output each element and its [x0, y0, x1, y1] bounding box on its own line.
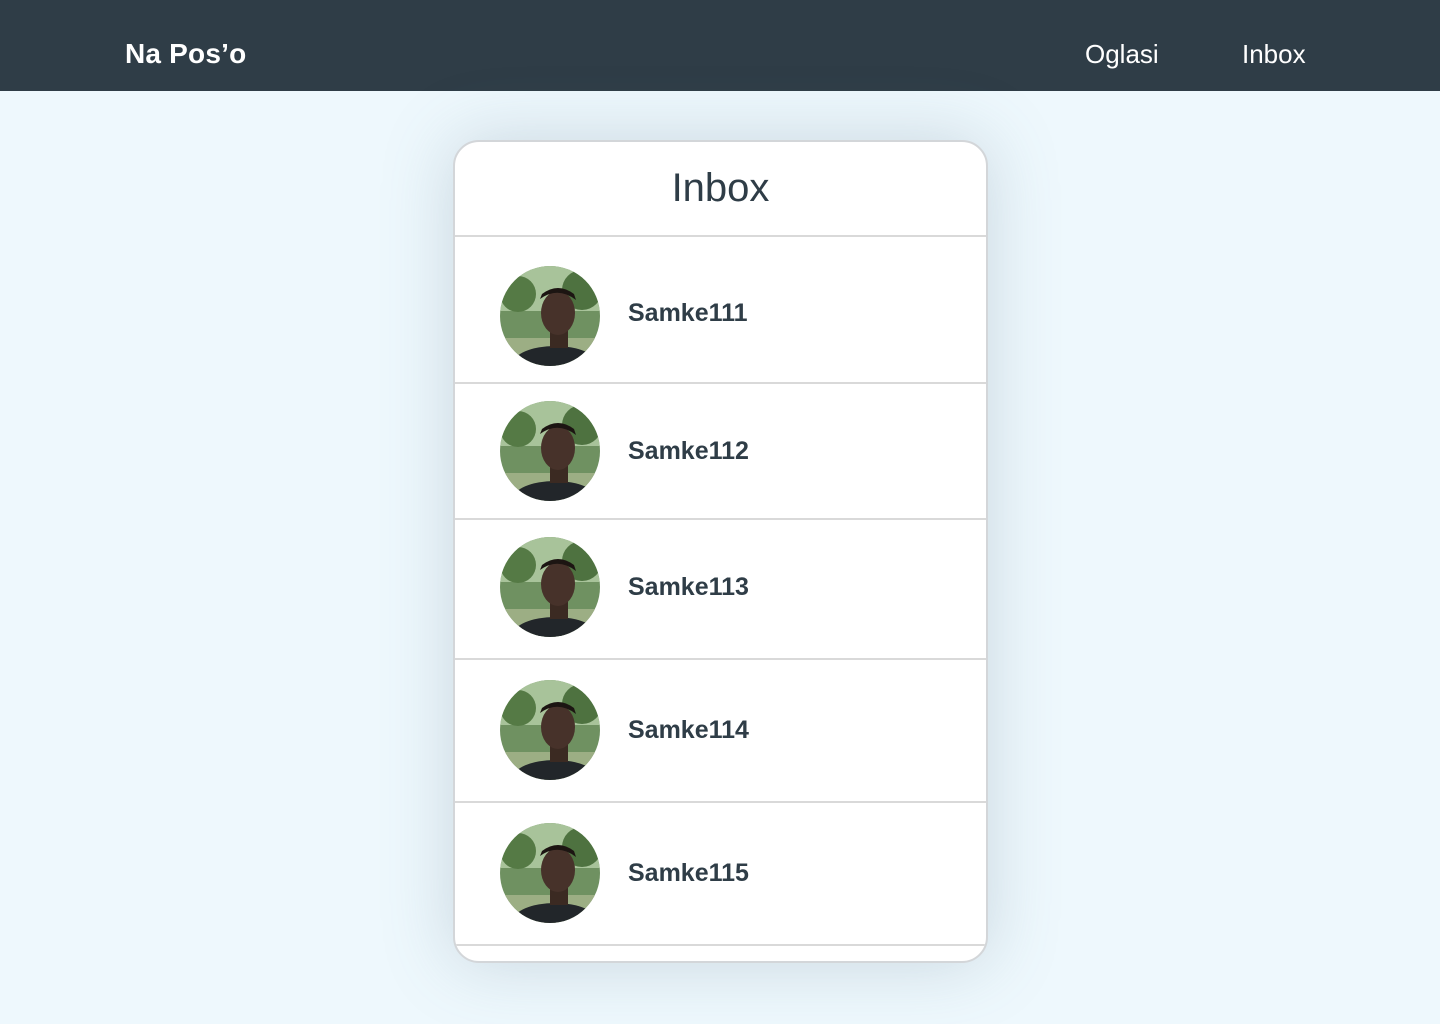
inbox-header: Inbox	[455, 142, 986, 237]
profile-photo	[500, 401, 600, 501]
conversation-row[interactable]: Samke114	[455, 660, 986, 803]
avatar	[500, 266, 600, 366]
conversation-row[interactable]: Samke115	[455, 803, 986, 946]
profile-photo	[500, 266, 600, 366]
profile-photo	[500, 537, 600, 637]
conversation-username: Samke114	[628, 716, 749, 744]
nav-link-inbox[interactable]: Inbox	[1242, 36, 1306, 72]
conversation-row[interactable]: Samke113	[455, 520, 986, 660]
conversation-row[interactable]: Samke112	[455, 384, 986, 520]
brand-logo[interactable]: Na Pos’o	[125, 35, 246, 73]
avatar	[500, 537, 600, 637]
avatar	[500, 401, 600, 501]
conversation-row[interactable]: Samke111	[455, 237, 986, 384]
conversation-username: Samke113	[628, 573, 749, 601]
profile-photo	[500, 823, 600, 923]
profile-photo	[500, 680, 600, 780]
avatar	[500, 823, 600, 923]
top-navigation-bar: Na Pos’o Oglasi Inbox	[0, 0, 1440, 91]
avatar	[500, 680, 600, 780]
nav-link-oglasi[interactable]: Oglasi	[1085, 36, 1159, 72]
inbox-card: Inbox Samke111 Samke112 Samke113 Samke11…	[453, 140, 988, 963]
conversation-username: Samke115	[628, 859, 749, 887]
conversation-username: Samke111	[628, 299, 748, 327]
page-title: Inbox	[671, 166, 770, 210]
conversation-username: Samke112	[628, 437, 749, 465]
